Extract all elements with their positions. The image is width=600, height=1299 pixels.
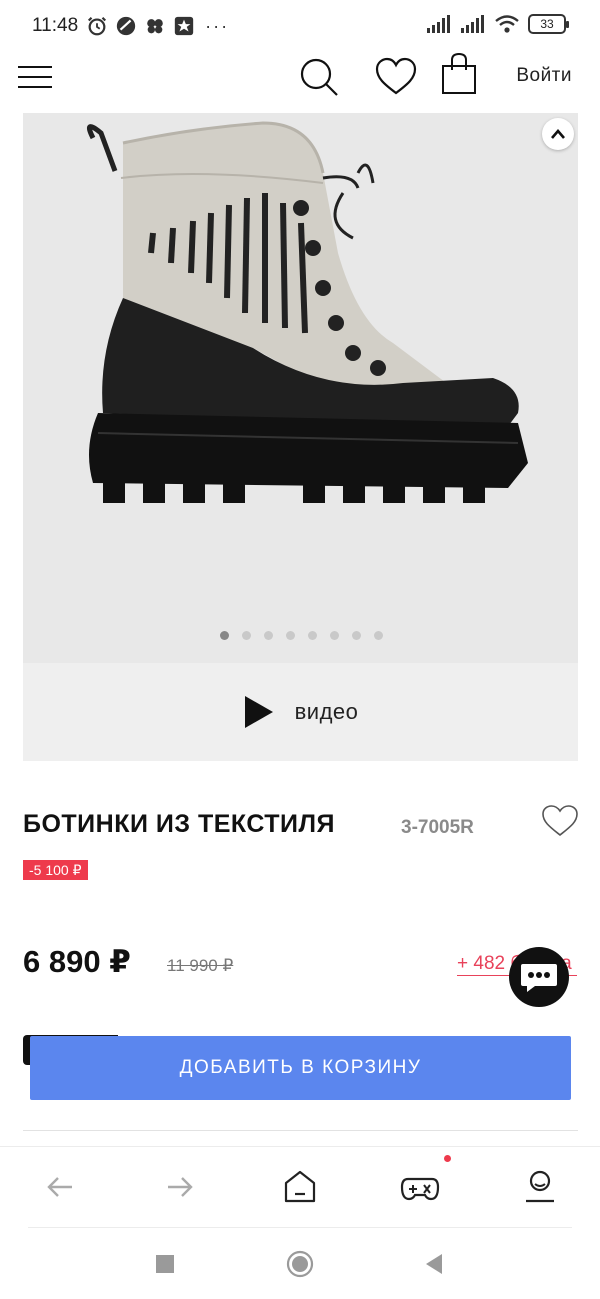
video-button[interactable]: видео [23, 663, 578, 761]
forward-icon[interactable] [164, 1167, 196, 1207]
gallery-dot[interactable] [330, 631, 339, 640]
battery-indicator: 33 [528, 14, 569, 34]
status-app-icons [86, 15, 195, 37]
bag-icon[interactable] [439, 52, 479, 96]
status-time: 11:48 [32, 15, 79, 36]
scroll-up-button[interactable] [542, 118, 574, 150]
chat-bubble-icon [521, 964, 557, 992]
favorite-heart-icon[interactable] [541, 804, 579, 838]
star-app-icon [174, 16, 194, 36]
product-image [23, 113, 578, 663]
discount-badge: -5 100 ₽ [23, 860, 88, 880]
flower-icon [147, 19, 163, 34]
chevron-up-icon [551, 129, 565, 139]
alarm-icon [88, 16, 107, 36]
games-notification-dot [444, 1155, 451, 1162]
status-bar: 11:48 ··· 33 [0, 0, 600, 52]
gallery-dot[interactable] [264, 631, 273, 640]
back-triangle-icon[interactable] [424, 1253, 444, 1275]
search-icon[interactable] [298, 54, 342, 98]
app-icon [116, 16, 136, 36]
browser-nav-bar [0, 1146, 600, 1228]
product-sku: 3-7005R [401, 817, 474, 838]
back-icon[interactable] [44, 1167, 76, 1207]
add-to-cart-button[interactable]: ДОБАВИТЬ В КОРЗИНУ [30, 1036, 571, 1100]
signal-icon [461, 15, 484, 33]
site-header: Войти [0, 52, 600, 102]
profile-icon[interactable] [522, 1167, 558, 1207]
gallery-dot[interactable] [286, 631, 295, 640]
games-icon[interactable] [400, 1167, 440, 1207]
chat-button[interactable] [509, 947, 569, 1007]
gallery-dot[interactable] [242, 631, 251, 640]
gallery-dot[interactable] [352, 631, 361, 640]
product-gallery[interactable] [23, 113, 578, 663]
heart-icon[interactable] [374, 57, 418, 97]
nav-divider [28, 1227, 572, 1228]
signal-icon [427, 15, 450, 33]
home-icon[interactable] [282, 1167, 318, 1207]
play-icon [244, 696, 273, 728]
wifi-icon [495, 15, 519, 33]
recent-apps-icon[interactable] [155, 1254, 175, 1274]
divider [23, 1130, 578, 1131]
status-right: 33 [426, 14, 569, 34]
old-price: 11 990 ₽ [167, 956, 234, 975]
gallery-dots [220, 631, 383, 640]
video-label: видео [294, 699, 359, 724]
gallery-dot[interactable] [308, 631, 317, 640]
gallery-dot[interactable] [220, 631, 229, 640]
current-price: 6 890 ₽ [23, 944, 131, 979]
menu-icon[interactable] [18, 66, 52, 88]
home-circle-icon[interactable] [286, 1250, 314, 1278]
status-more: ··· [205, 15, 230, 36]
login-link[interactable]: Войти [516, 65, 572, 87]
system-nav-bar [0, 1232, 600, 1299]
product-title: БОТИНКИ ИЗ ТЕКСТИЛЯ [23, 810, 336, 838]
gallery-dot[interactable] [374, 631, 383, 640]
